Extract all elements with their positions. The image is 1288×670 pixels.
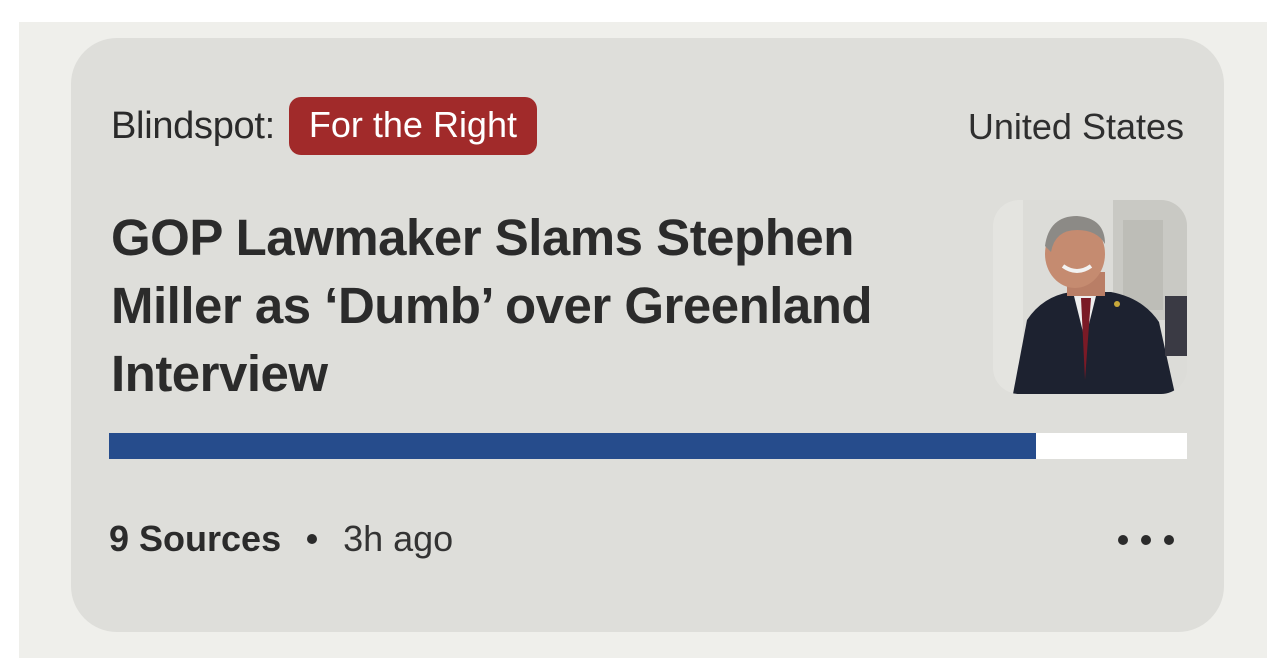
- story-headline[interactable]: GOP Lawmaker Slams Stephen Miller as ‘Du…: [111, 204, 971, 408]
- ellipsis-icon: [1118, 535, 1128, 545]
- sources-count[interactable]: 9 Sources: [109, 518, 281, 560]
- more-options-button[interactable]: [1118, 526, 1174, 554]
- story-thumbnail[interactable]: [993, 200, 1187, 394]
- story-card[interactable]: Blindspot: For the Right United States G…: [71, 38, 1224, 632]
- bias-distribution-bar: [109, 433, 1187, 459]
- time-ago: 3h ago: [343, 518, 454, 559]
- blindspot-header: Blindspot: For the Right: [111, 96, 537, 156]
- separator-dot: [307, 534, 318, 544]
- bias-left-fill: [109, 433, 1037, 459]
- blindspot-badge[interactable]: For the Right: [288, 97, 537, 155]
- ellipsis-icon: [1164, 535, 1174, 545]
- ellipsis-icon: [1141, 535, 1151, 545]
- region-label: United States: [967, 106, 1184, 147]
- blindspot-label: Blindspot:: [111, 104, 275, 147]
- politician-photo-icon: [993, 200, 1187, 394]
- story-footer: 9 Sources 3h ago: [109, 518, 453, 560]
